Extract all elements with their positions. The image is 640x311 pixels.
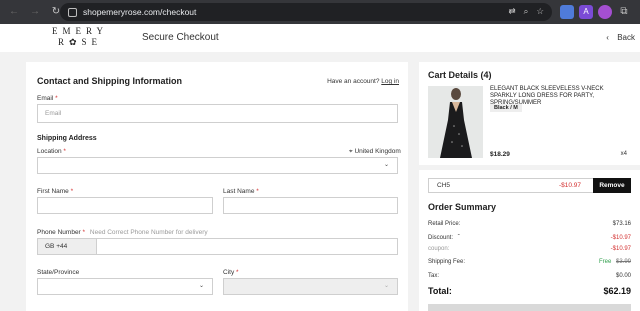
phone-label-text: Phone Number bbox=[37, 229, 81, 236]
forward-arrow-icon[interactable]: → bbox=[28, 5, 42, 19]
have-account-text: Have an account? bbox=[327, 78, 380, 85]
required-mark: * bbox=[63, 148, 66, 155]
place-order-button[interactable] bbox=[428, 304, 631, 311]
dress-image bbox=[428, 86, 483, 158]
bookmark-star-icon[interactable]: ☆ bbox=[536, 6, 544, 17]
back-link[interactable]: ‹ Back bbox=[606, 33, 635, 42]
a-extension-icon[interactable]: A bbox=[579, 5, 593, 19]
last-name-label: Last Name * bbox=[223, 188, 259, 195]
phone-prefix[interactable]: GB +44 bbox=[37, 238, 97, 255]
required-mark: * bbox=[256, 188, 259, 195]
remove-coupon-button[interactable]: Remove bbox=[593, 178, 631, 193]
chevron-down-icon: ⌄ bbox=[383, 162, 389, 168]
url-text: shopemeryrose.com/checkout bbox=[83, 7, 197, 17]
coupon-row: CH5 -$10.97 Remove bbox=[428, 178, 631, 193]
location-label-text: Location bbox=[37, 148, 62, 155]
email-label-text: Email bbox=[37, 95, 54, 102]
login-link[interactable]: Log in bbox=[381, 78, 399, 85]
required-mark: * bbox=[236, 269, 239, 276]
browser-toolbar: ← → ↻ shopemeryrose.com/checkout ⇄ ⌕ ☆ A… bbox=[0, 0, 640, 24]
city-label-text: City bbox=[223, 269, 235, 276]
retail-row: Retail Price: $73.16 bbox=[428, 221, 631, 227]
discount-row: Discount: ˆ -$10.97 bbox=[428, 235, 631, 241]
phone-hint: Need Correct Phone Number for delivery bbox=[89, 229, 208, 236]
first-name-label: First Name * bbox=[37, 188, 73, 195]
last-name-label-text: Last Name bbox=[223, 188, 255, 195]
phone-label: Phone Number * Need Correct Phone Number… bbox=[37, 229, 208, 236]
location-pin-icon: ⌖ bbox=[349, 148, 353, 155]
contact-section-title: Contact and Shipping Information bbox=[37, 76, 182, 86]
tax-label: Tax: bbox=[428, 273, 440, 279]
product-image[interactable] bbox=[428, 86, 483, 158]
country-text: United Kingdom bbox=[354, 148, 401, 155]
logo-line-2: R✿SE bbox=[57, 37, 103, 47]
shipping-row: Shipping Fee: Free $3.99 bbox=[428, 259, 631, 265]
chevron-down-icon: ⌄ bbox=[383, 283, 389, 289]
coupon-detail-label: coupon: bbox=[428, 246, 450, 252]
retail-label: Retail Price: bbox=[428, 221, 461, 227]
required-mark: * bbox=[82, 229, 86, 236]
back-label: Back bbox=[617, 33, 635, 42]
city-label: City * bbox=[223, 269, 239, 276]
shipping-old-price: $3.99 bbox=[615, 259, 631, 265]
required-mark: * bbox=[70, 188, 74, 195]
coupon-code: CH5 bbox=[437, 182, 451, 189]
chevron-left-icon: ‹ bbox=[606, 33, 609, 42]
first-name-input[interactable] bbox=[37, 197, 213, 214]
zoom-icon[interactable]: ⌕ bbox=[524, 6, 529, 17]
address-bar[interactable]: shopemeryrose.com/checkout ⇄ ⌕ ☆ bbox=[60, 3, 552, 21]
shipping-value: Free $3.99 bbox=[599, 259, 631, 265]
state-label: State/Province bbox=[37, 269, 80, 276]
back-arrow-icon[interactable]: ← bbox=[7, 5, 21, 19]
shield-extension-icon[interactable] bbox=[560, 5, 574, 19]
account-prompt: Have an account? Log in bbox=[327, 78, 399, 85]
shipping-free: Free bbox=[598, 259, 612, 265]
site-header: EMERY R✿SE Secure Checkout ‹ Back bbox=[0, 24, 640, 52]
cart-title: Cart Details (4) bbox=[428, 70, 492, 80]
cart-details: Cart Details (4) ELEGANT BLACK SLEEVELES… bbox=[419, 62, 640, 165]
order-summary-title: Order Summary bbox=[428, 202, 497, 212]
order-summary: CH5 -$10.97 Remove Order Summary Retail … bbox=[419, 170, 640, 311]
last-name-input[interactable] bbox=[223, 197, 398, 214]
page-title: Secure Checkout bbox=[142, 32, 219, 43]
brand-logo[interactable]: EMERY R✿SE bbox=[52, 26, 108, 48]
extensions-puzzle-icon[interactable]: ⧉ bbox=[617, 5, 631, 19]
total-label: Total: bbox=[428, 286, 452, 296]
translate-icon[interactable]: ⇄ bbox=[508, 6, 515, 17]
discount-label: Discount: bbox=[428, 235, 454, 241]
product-price: $18.29 bbox=[490, 151, 510, 158]
logo-line-1: EMERY bbox=[52, 26, 109, 36]
chevron-down-icon: ⌄ bbox=[198, 283, 204, 289]
site-info-icon[interactable] bbox=[68, 7, 77, 17]
product-quantity: x4 bbox=[620, 151, 627, 157]
violet-extension-icon[interactable] bbox=[598, 5, 612, 19]
total-value: $62.19 bbox=[603, 286, 631, 296]
tax-value: $0.00 bbox=[615, 273, 631, 279]
email-label: Email * bbox=[37, 95, 58, 102]
variant-badge: Black / M bbox=[490, 104, 522, 112]
coupon-detail-row: coupon: -$10.97 bbox=[428, 246, 631, 252]
state-select[interactable]: ⌄ bbox=[37, 278, 213, 295]
coupon-amount: -$10.97 bbox=[558, 182, 581, 189]
tax-row: Tax: $0.00 bbox=[428, 273, 631, 279]
first-name-label-text: First Name bbox=[37, 188, 69, 195]
email-input[interactable]: Email bbox=[37, 104, 398, 123]
phone-input[interactable] bbox=[96, 238, 398, 255]
chevron-up-icon[interactable]: ˆ bbox=[458, 235, 460, 241]
shipping-address-title: Shipping Address bbox=[37, 135, 97, 142]
coupon-detail-value: -$10.97 bbox=[610, 246, 631, 252]
city-select[interactable]: ⌄ bbox=[223, 278, 398, 295]
discount-value: -$10.97 bbox=[610, 235, 631, 241]
location-label: Location * bbox=[37, 148, 66, 155]
location-select[interactable]: ⌄ bbox=[37, 157, 398, 174]
required-mark: * bbox=[55, 95, 58, 102]
shipping-form: Contact and Shipping Information Have an… bbox=[26, 62, 408, 311]
total-row: Total: $62.19 bbox=[428, 286, 631, 296]
retail-value: $73.16 bbox=[612, 221, 631, 227]
country-indicator[interactable]: ⌖ United Kingdom bbox=[349, 148, 401, 156]
shipping-label: Shipping Fee: bbox=[428, 259, 466, 265]
